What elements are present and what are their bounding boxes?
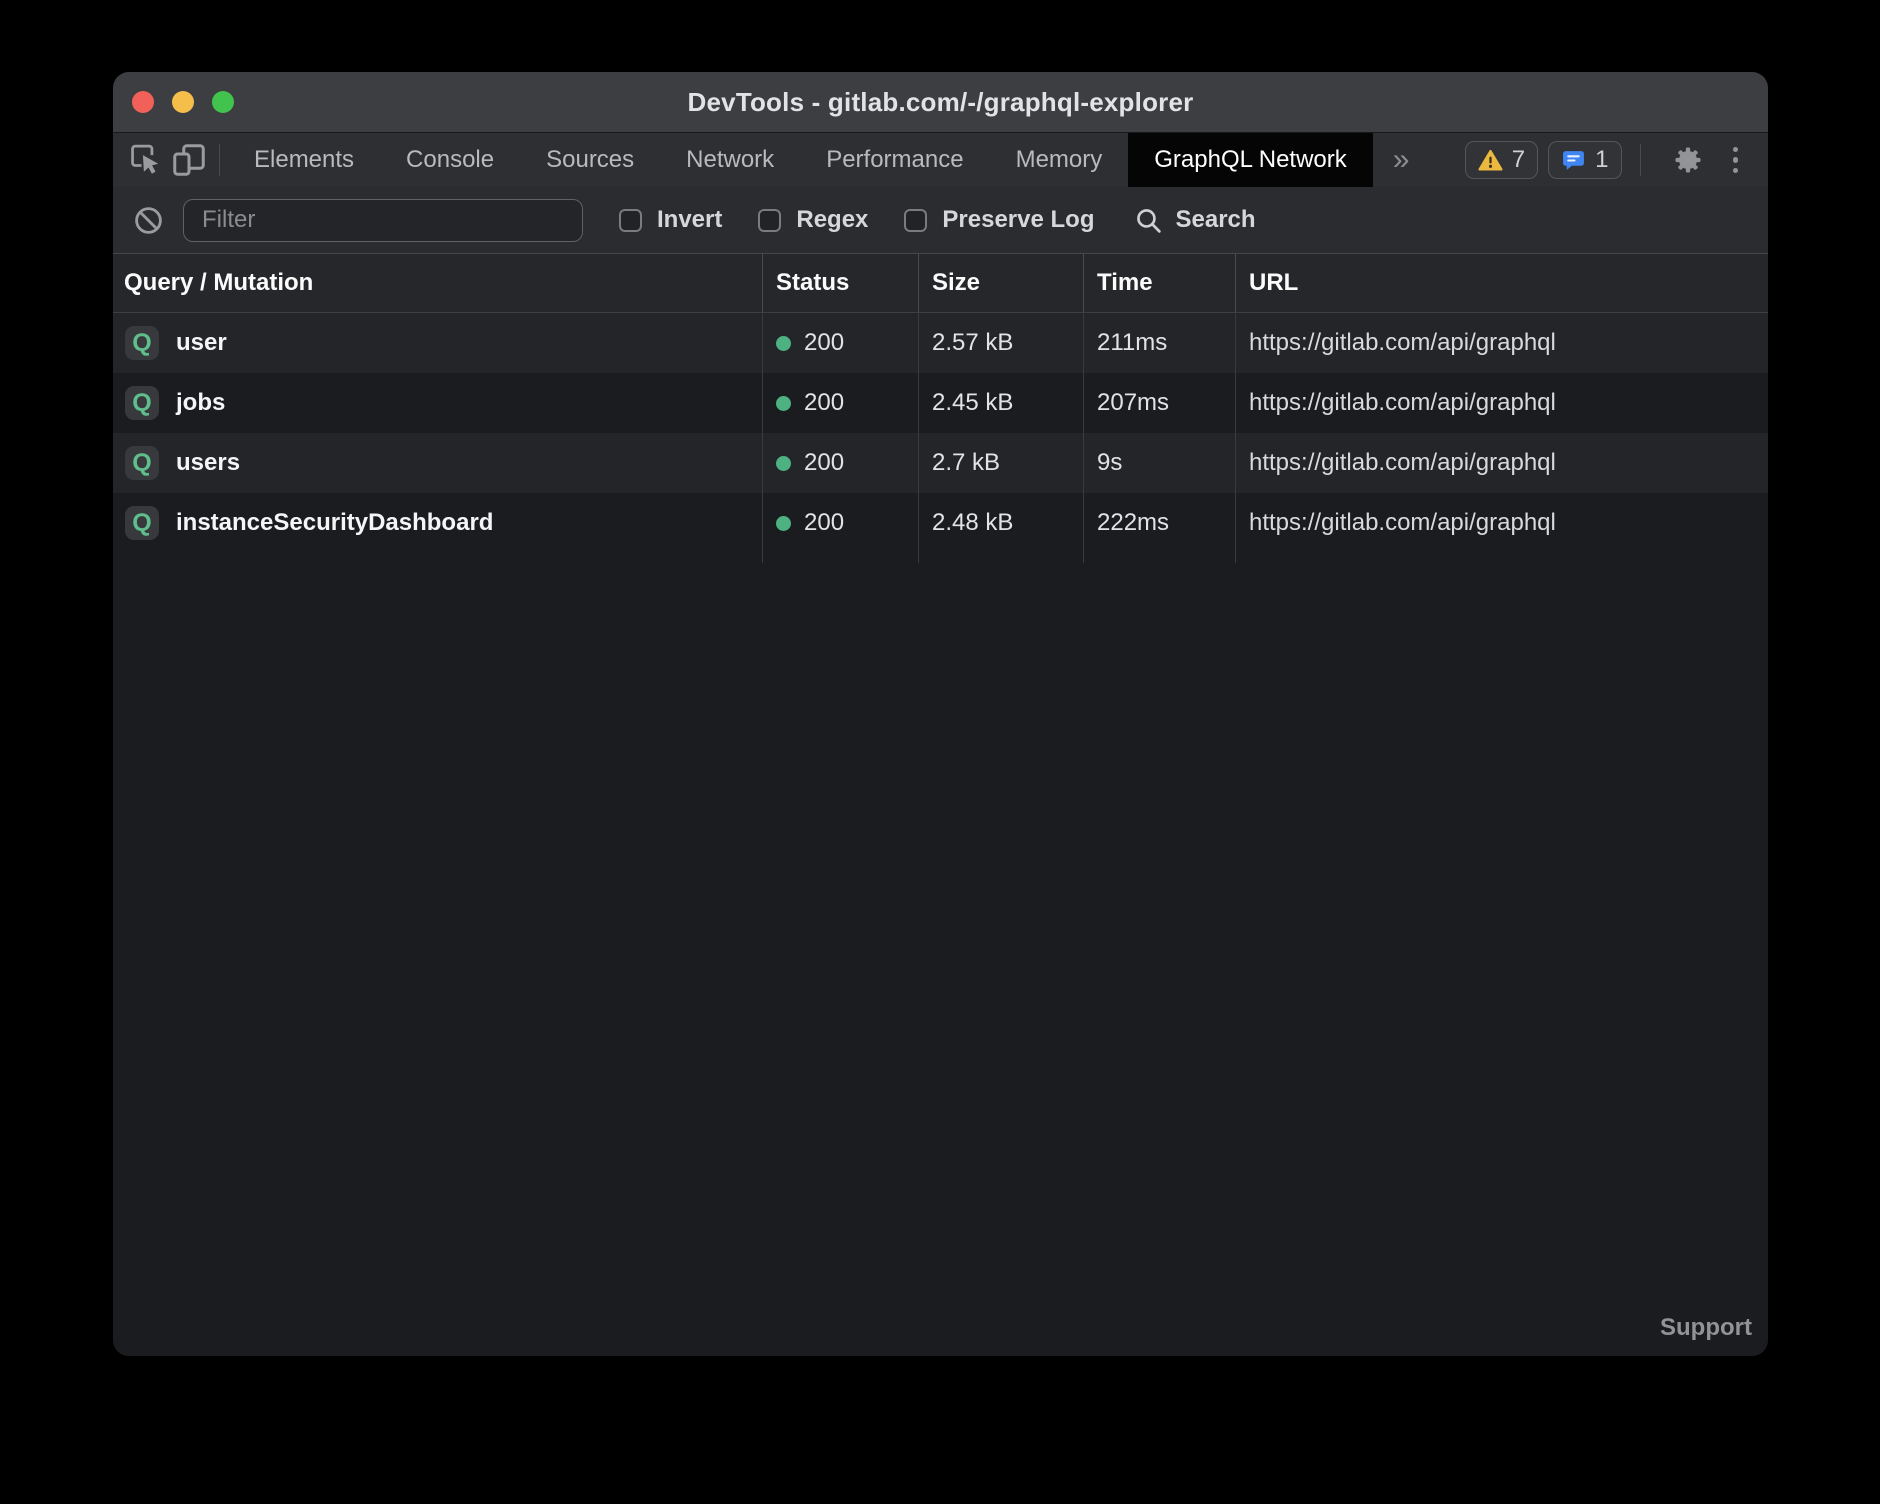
invert-checkbox[interactable]: Invert <box>619 206 722 234</box>
status-code: 200 <box>804 449 844 477</box>
tab-performance[interactable]: Performance <box>800 133 989 187</box>
size-cell: 2.45 kB <box>918 373 1083 433</box>
preserve-log-checkbox[interactable]: Preserve Log <box>904 206 1094 234</box>
tabbar-right-controls: 7 1 <box>1465 133 1768 187</box>
clear-requests-button[interactable] <box>125 205 171 236</box>
filter-input[interactable] <box>183 199 583 242</box>
toggle-device-toolbar-button[interactable] <box>167 133 211 187</box>
size-cell: 2.48 kB <box>918 493 1083 553</box>
size-cell: 2.57 kB <box>918 313 1083 373</box>
tab-graphql-network[interactable]: GraphQL Network <box>1128 133 1373 187</box>
column-header-time[interactable]: Time <box>1083 254 1235 312</box>
search-icon <box>1134 206 1163 235</box>
toolbar-divider <box>219 144 220 176</box>
close-button[interactable] <box>132 91 154 113</box>
query-name: instanceSecurityDashboard <box>176 509 493 537</box>
checkbox-box <box>619 209 642 232</box>
query-badge: Q <box>125 446 159 480</box>
query-badge: Q <box>125 386 159 420</box>
time-cell: 207ms <box>1083 373 1235 433</box>
devtools-tabbar: Elements Console Sources Network Perform… <box>113 133 1768 187</box>
time-cell: 222ms <box>1083 493 1235 553</box>
status-code: 200 <box>804 329 844 357</box>
tab-sources[interactable]: Sources <box>520 133 660 187</box>
table-row[interactable]: Qjobs 200 2.45 kB 207ms https://gitlab.c… <box>113 373 1768 433</box>
results-empty-area: Support <box>113 563 1768 1356</box>
tab-console[interactable]: Console <box>380 133 520 187</box>
column-header-status[interactable]: Status <box>762 254 918 312</box>
query-name: jobs <box>176 389 225 417</box>
search-label: Search <box>1175 206 1255 234</box>
window-controls <box>132 91 234 113</box>
kebab-dot <box>1733 168 1739 174</box>
minimize-button[interactable] <box>172 91 194 113</box>
zoom-button[interactable] <box>212 91 234 113</box>
column-header-size[interactable]: Size <box>918 254 1083 312</box>
checkbox-label: Invert <box>657 206 722 234</box>
devtools-window: DevTools - gitlab.com/-/graphql-explorer… <box>113 72 1768 1356</box>
warnings-badge[interactable]: 7 <box>1465 141 1538 179</box>
table-row[interactable]: Quser 200 2.57 kB 211ms https://gitlab.c… <box>113 313 1768 373</box>
more-tabs-button[interactable]: » <box>1373 133 1430 187</box>
query-name: user <box>176 329 227 357</box>
filter-toolbar: Invert Regex Preserve Log Search <box>113 187 1768 253</box>
table-row[interactable]: QinstanceSecurityDashboard 200 2.48 kB 2… <box>113 493 1768 553</box>
checkbox-box <box>904 209 927 232</box>
inspect-element-button[interactable] <box>123 133 167 187</box>
status-code: 200 <box>804 389 844 417</box>
url-cell: https://gitlab.com/api/graphql <box>1235 373 1768 433</box>
kebab-dot <box>1733 147 1739 153</box>
block-icon <box>133 205 164 236</box>
message-icon <box>1561 148 1586 173</box>
settings-button[interactable] <box>1665 145 1711 175</box>
time-cell: 211ms <box>1083 313 1235 373</box>
status-ok-dot <box>776 396 791 411</box>
gear-icon <box>1673 145 1703 175</box>
inspect-cursor-icon <box>127 142 163 178</box>
status-code: 200 <box>804 509 844 537</box>
status-ok-dot <box>776 336 791 351</box>
device-toolbar-icon <box>171 142 207 178</box>
checkbox-box <box>758 209 781 232</box>
column-header-query-mutation[interactable]: Query / Mutation <box>113 254 762 312</box>
query-name: users <box>176 449 240 477</box>
table-header: Query / Mutation Status Size Time URL <box>113 253 1768 313</box>
checkbox-label: Regex <box>796 206 868 234</box>
tab-network[interactable]: Network <box>660 133 800 187</box>
url-cell: https://gitlab.com/api/graphql <box>1235 433 1768 493</box>
window-title: DevTools - gitlab.com/-/graphql-explorer <box>688 87 1194 118</box>
time-cell: 9s <box>1083 433 1235 493</box>
warning-icon <box>1478 148 1503 173</box>
message-count: 1 <box>1595 146 1608 174</box>
search-button[interactable]: Search <box>1134 206 1255 235</box>
regex-checkbox[interactable]: Regex <box>758 206 868 234</box>
url-cell: https://gitlab.com/api/graphql <box>1235 493 1768 553</box>
tab-elements[interactable]: Elements <box>228 133 380 187</box>
titlebar: DevTools - gitlab.com/-/graphql-explorer <box>113 72 1768 133</box>
messages-badge[interactable]: 1 <box>1548 141 1621 179</box>
tab-memory[interactable]: Memory <box>990 133 1129 187</box>
controls-divider <box>1640 144 1641 176</box>
column-divider-stub <box>113 553 1768 563</box>
more-options-button[interactable] <box>1727 147 1745 174</box>
checkbox-label: Preserve Log <box>942 206 1094 234</box>
support-link[interactable]: Support <box>1660 1314 1752 1342</box>
size-cell: 2.7 kB <box>918 433 1083 493</box>
query-badge: Q <box>125 506 159 540</box>
column-header-url[interactable]: URL <box>1235 254 1768 312</box>
kebab-dot <box>1733 157 1739 163</box>
status-ok-dot <box>776 456 791 471</box>
table-row[interactable]: Qusers 200 2.7 kB 9s https://gitlab.com/… <box>113 433 1768 493</box>
url-cell: https://gitlab.com/api/graphql <box>1235 313 1768 373</box>
status-ok-dot <box>776 516 791 531</box>
warning-count: 7 <box>1512 146 1525 174</box>
query-badge: Q <box>125 326 159 360</box>
